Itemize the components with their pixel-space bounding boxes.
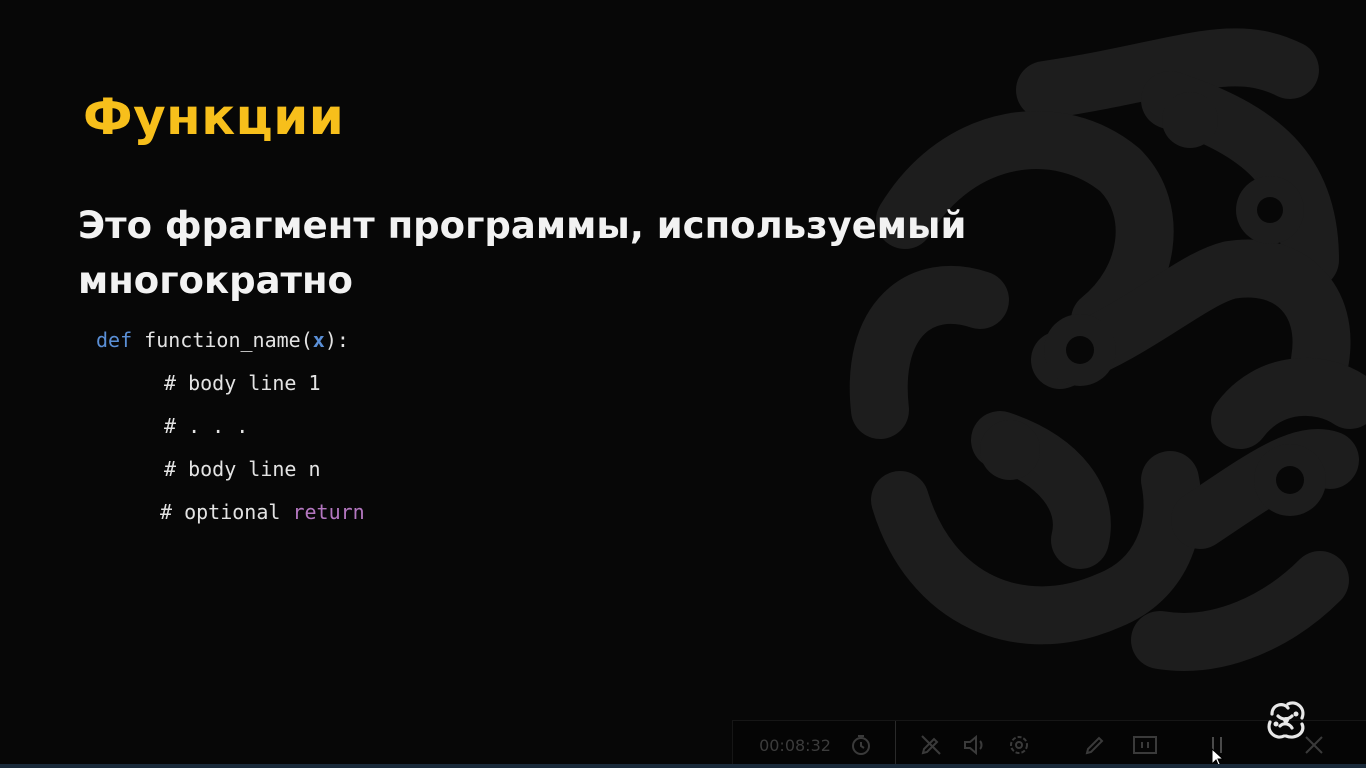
code-line-ellipsis: # . . . bbox=[164, 414, 249, 438]
function-param: x bbox=[312, 328, 325, 352]
presentation-slide: Функции Это фрагмент программы, использу… bbox=[0, 0, 1366, 768]
toolbar-separator bbox=[895, 721, 896, 768]
taskbar-strip bbox=[0, 764, 1366, 768]
slide-subtitle: Это фрагмент программы, используемый мно… bbox=[78, 204, 967, 302]
code-line-def: def function_name(x): bbox=[96, 322, 365, 365]
open-paren: ( bbox=[300, 328, 313, 352]
speaker-icon[interactable] bbox=[961, 731, 989, 759]
brain-logo-icon bbox=[1267, 701, 1305, 739]
pencil-icon[interactable] bbox=[1081, 731, 1109, 759]
timer-icon[interactable] bbox=[847, 731, 875, 759]
screen-icon[interactable] bbox=[1129, 731, 1161, 759]
slide-title: Функции bbox=[83, 88, 345, 146]
code-line-return: # optional return bbox=[96, 494, 365, 537]
code-line-body-n: # body line n bbox=[164, 457, 321, 481]
code-block: def function_name(x): # body line 1 # . … bbox=[96, 322, 365, 537]
def-keyword: def bbox=[96, 328, 133, 352]
return-keyword: return bbox=[292, 500, 365, 524]
settings-icon[interactable] bbox=[1005, 731, 1033, 759]
timer-display: 00:08:32 bbox=[759, 735, 831, 755]
optional-comment: # optional bbox=[160, 500, 293, 524]
function-name: function_name bbox=[144, 328, 301, 352]
close-paren: ): bbox=[324, 328, 349, 352]
code-line-body-1: # body line 1 bbox=[164, 371, 321, 395]
pen-off-icon[interactable] bbox=[917, 731, 945, 759]
